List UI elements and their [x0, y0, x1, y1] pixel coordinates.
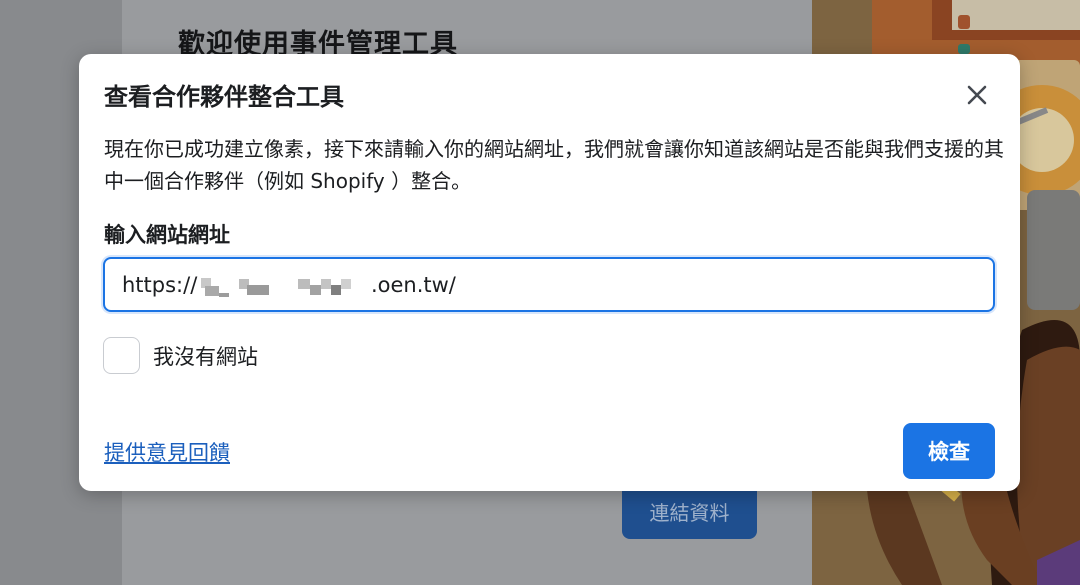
redacted-text-block	[341, 279, 351, 289]
url-input-container[interactable]	[103, 257, 995, 312]
no-website-checkbox[interactable]	[103, 337, 140, 374]
close-button[interactable]	[957, 78, 997, 112]
dialog-description: 現在你已成功建立像素，接下來請輸入你的網站網址，我們就會讓你知道該網站是否能與我…	[104, 137, 1004, 193]
close-icon	[967, 85, 987, 105]
give-feedback-link[interactable]: 提供意見回饋	[104, 437, 230, 467]
redacted-text-block	[310, 285, 321, 295]
redacted-text-block	[321, 279, 331, 289]
no-website-checkbox-label[interactable]: 我沒有網站	[153, 341, 258, 371]
redacted-text-block	[205, 286, 219, 296]
dialog-title: 查看合作夥伴整合工具	[104, 83, 344, 111]
no-website-option[interactable]: 我沒有網站	[103, 337, 258, 374]
redacted-text-block	[298, 279, 310, 289]
redacted-text-block	[331, 285, 341, 295]
url-field-label: 輸入網站網址	[104, 223, 230, 247]
redacted-text-block	[247, 285, 269, 295]
redacted-text-block	[219, 293, 229, 297]
check-button[interactable]: 檢查	[903, 423, 995, 479]
partner-integration-dialog: 查看合作夥伴整合工具 現在你已成功建立像素，接下來請輸入你的網站網址，我們就會讓…	[79, 54, 1020, 491]
connect-data-button: 連結資料	[622, 484, 757, 539]
